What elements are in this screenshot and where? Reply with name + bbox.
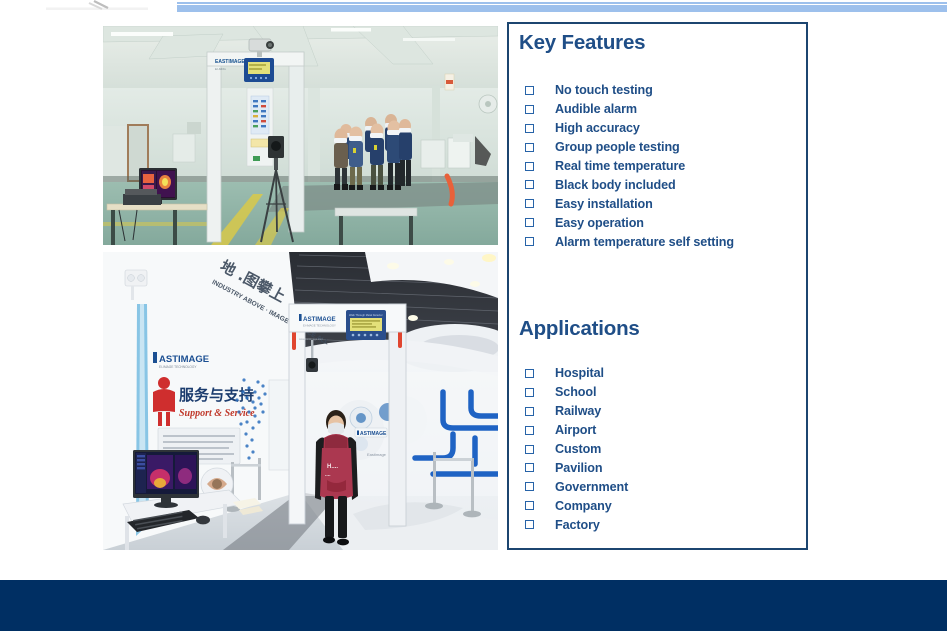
- applications-list: Hospital School Railway Airport Custom P…: [519, 364, 628, 534]
- checkbox-icon[interactable]: [525, 218, 534, 228]
- list-item-label: Audible alarm: [555, 102, 637, 117]
- list-item[interactable]: Easy installation: [519, 194, 734, 213]
- list-item[interactable]: Government: [519, 477, 628, 496]
- eastimage-logo-partial-icon: [42, 0, 152, 10]
- list-item-label: Custom: [555, 442, 602, 456]
- list-item-label: Group people testing: [555, 140, 680, 155]
- list-item-label: Black body included: [555, 177, 676, 192]
- list-item[interactable]: Custom: [519, 440, 628, 459]
- list-item-label: No touch testing: [555, 83, 653, 98]
- svg-text:EI-IMAGE TECHNOLOGY: EI-IMAGE TECHNOLOGY: [303, 324, 336, 328]
- checkbox-icon[interactable]: [525, 520, 534, 530]
- key-features-title: Key Features: [519, 31, 646, 54]
- list-item[interactable]: Pavilion: [519, 458, 628, 477]
- applications-title: Applications: [519, 317, 640, 340]
- list-item-label: Pavilion: [555, 460, 603, 475]
- checkbox-icon[interactable]: [525, 425, 534, 435]
- checkbox-icon[interactable]: [525, 444, 534, 454]
- svg-text:EI-IMAGE TECHNOLOGY: EI-IMAGE TECHNOLOGY: [159, 365, 197, 369]
- list-item-label: Easy operation: [555, 215, 644, 230]
- list-item[interactable]: School: [519, 383, 628, 402]
- checkbox-icon[interactable]: [525, 387, 534, 397]
- list-item[interactable]: Black body included: [519, 175, 734, 194]
- list-item[interactable]: Hospital: [519, 364, 628, 383]
- checkbox-icon[interactable]: [525, 85, 534, 95]
- list-item[interactable]: Easy operation: [519, 213, 734, 232]
- svg-text:Eastimage: Eastimage: [367, 452, 387, 457]
- list-item[interactable]: Railway: [519, 402, 628, 421]
- svg-text:....: ....: [325, 472, 331, 478]
- svg-text:EASTIMAGE: EASTIMAGE: [215, 59, 245, 65]
- checkbox-icon[interactable]: [525, 161, 534, 171]
- top-accent-band: [177, 0, 947, 13]
- checkbox-icon[interactable]: [525, 104, 534, 114]
- svg-text:H....: H....: [327, 464, 338, 470]
- list-item-label: Real time temperature: [555, 159, 686, 173]
- svg-text:www.eastimage.com: www.eastimage.com: [299, 337, 323, 341]
- list-item[interactable]: No touch testing: [519, 81, 734, 100]
- checkbox-icon[interactable]: [525, 463, 534, 473]
- list-item-label: Alarm temperature self setting: [555, 234, 734, 249]
- list-item[interactable]: Factory: [519, 515, 628, 534]
- svg-text:服务与支持: 服务与支持: [179, 386, 254, 404]
- checkbox-icon[interactable]: [525, 123, 534, 133]
- list-item[interactable]: Group people testing: [519, 138, 734, 157]
- list-item[interactable]: Company: [519, 496, 628, 515]
- svg-text:EI-MDG: EI-MDG: [215, 67, 226, 71]
- checkbox-icon[interactable]: [525, 142, 534, 152]
- svg-text:Walk Through Metal Detector: Walk Through Metal Detector: [349, 313, 383, 317]
- list-item-label: Easy installation: [555, 196, 653, 211]
- list-item-label: Hospital: [555, 366, 604, 381]
- list-item-label: High accuracy: [555, 121, 640, 136]
- checkbox-icon[interactable]: [525, 482, 534, 492]
- list-item[interactable]: Alarm temperature self setting: [519, 232, 734, 251]
- svg-text:ASTIMAGE: ASTIMAGE: [159, 354, 209, 365]
- svg-text:ASTIMAGE: ASTIMAGE: [303, 316, 336, 323]
- list-item-label: Factory: [555, 517, 600, 532]
- list-item[interactable]: Airport: [519, 421, 628, 440]
- info-panel: Key Features No touch testing Audible al…: [507, 22, 808, 550]
- key-features-list: No touch testing Audible alarm High accu…: [519, 81, 734, 251]
- slide-root: EASTIMAGE EI-MDG 地 .图攀上 INDUSTRY ABOVE ·…: [0, 0, 947, 631]
- photo-gate-factory: EASTIMAGE EI-MDG: [103, 26, 498, 245]
- photo-gate-showroom: 地 .图攀上 INDUSTRY ABOVE · IMAGE SERVICE AL…: [103, 252, 498, 550]
- list-item-label: Government: [555, 479, 629, 494]
- list-item-label: Airport: [555, 423, 597, 438]
- list-item-label: School: [555, 385, 597, 400]
- list-item[interactable]: High accuracy: [519, 119, 734, 138]
- checkbox-icon[interactable]: [525, 368, 534, 378]
- svg-text:Support & Service: Support & Service: [179, 408, 255, 419]
- footer-bar: 让世界更安全 TM Building A Safer World web:www…: [0, 580, 947, 631]
- checkbox-icon[interactable]: [525, 501, 534, 511]
- list-item[interactable]: Real time temperature: [519, 157, 734, 176]
- checkbox-icon[interactable]: [525, 237, 534, 247]
- list-item-label: Railway: [555, 404, 602, 419]
- checkbox-icon[interactable]: [525, 199, 534, 209]
- list-item[interactable]: Audible alarm: [519, 100, 734, 119]
- checkbox-icon[interactable]: [525, 180, 534, 190]
- list-item-label: Company: [555, 498, 612, 513]
- svg-text:ASTIMAGE: ASTIMAGE: [360, 431, 387, 437]
- checkbox-icon[interactable]: [525, 406, 534, 416]
